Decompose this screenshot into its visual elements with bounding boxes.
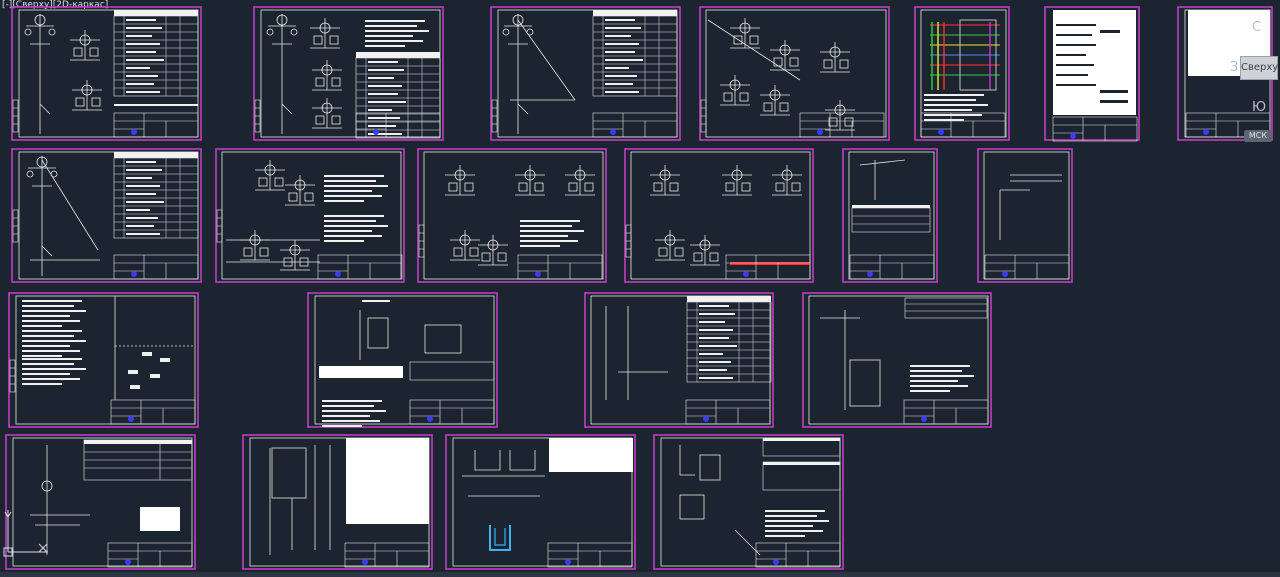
- compass-west[interactable]: З: [1230, 60, 1238, 75]
- ucs-icon: [3, 510, 48, 557]
- compass-south[interactable]: Ю: [1252, 100, 1266, 115]
- wcs-button[interactable]: МСК: [1244, 130, 1272, 142]
- sheet-15[interactable]: [307, 292, 498, 428]
- viewcube-top-face[interactable]: Сверху: [1240, 56, 1278, 80]
- sheet-1[interactable]: [11, 6, 202, 141]
- sheet-16[interactable]: [584, 292, 774, 428]
- drawing-canvas[interactable]: [0, 0, 1280, 577]
- sheet-5[interactable]: [914, 6, 1010, 141]
- sheet-13[interactable]: [977, 148, 1073, 283]
- sheet-12[interactable]: [842, 148, 938, 283]
- sheet-8[interactable]: [11, 148, 202, 283]
- sheet-19[interactable]: [242, 434, 433, 570]
- sheet-3[interactable]: [490, 6, 681, 141]
- sheet-9[interactable]: [215, 148, 405, 283]
- sheet-2[interactable]: [253, 6, 444, 141]
- sheet-11[interactable]: [624, 148, 814, 283]
- sheet-20[interactable]: [445, 434, 636, 570]
- sheet-6[interactable]: [1044, 6, 1140, 142]
- sheet-21[interactable]: [653, 434, 844, 570]
- sheet-17[interactable]: [802, 292, 992, 428]
- viewcube[interactable]: С З Сверху Ю: [1230, 16, 1278, 146]
- sheet-4[interactable]: [699, 6, 890, 141]
- sheet-14[interactable]: [8, 292, 199, 428]
- status-bar[interactable]: [0, 572, 1280, 577]
- compass-north[interactable]: С: [1252, 20, 1261, 35]
- sheet-10[interactable]: [417, 148, 607, 283]
